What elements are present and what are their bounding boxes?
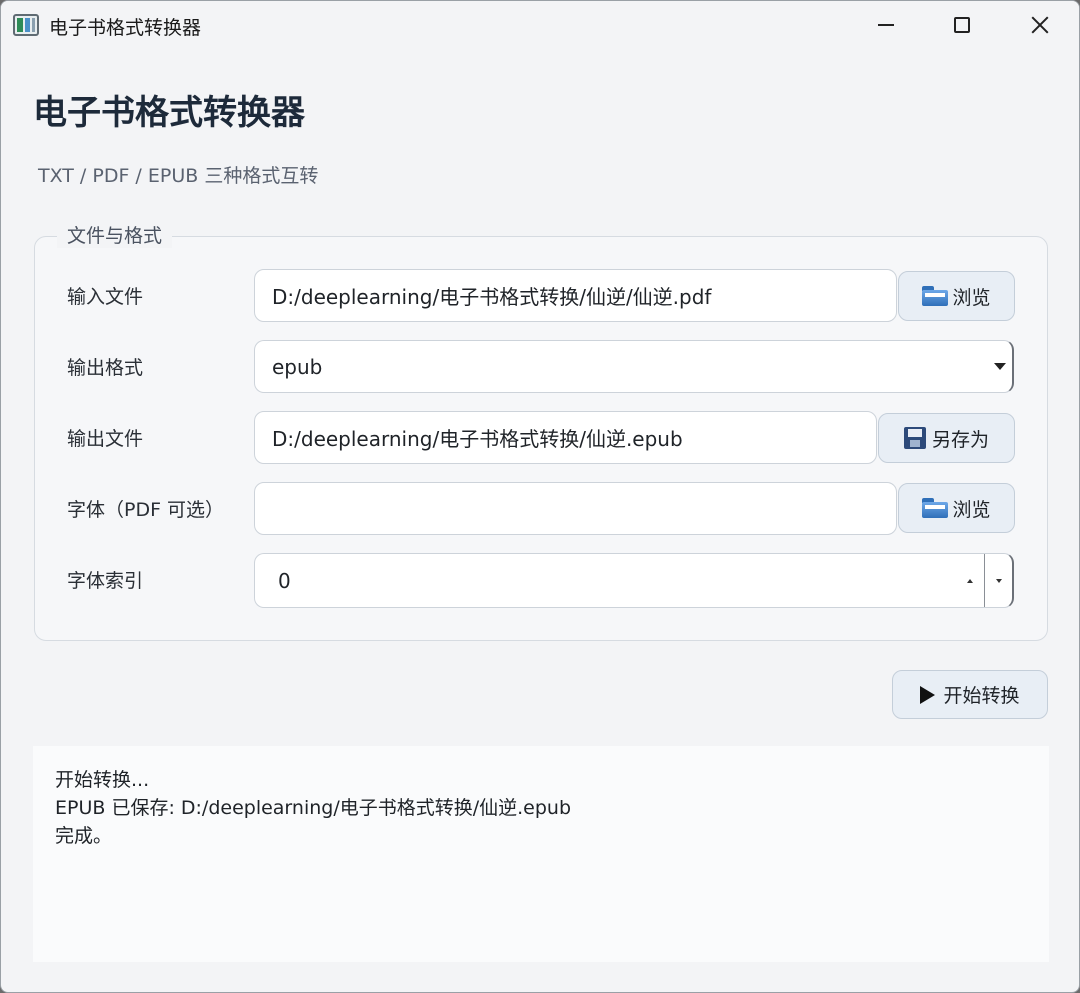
log-line: 完成。 — [55, 825, 113, 847]
close-button[interactable] — [1001, 1, 1079, 49]
minimize-button[interactable] — [847, 1, 925, 49]
font-index-value: 0 — [278, 568, 291, 593]
font-label: 字体（PDF 可选） — [67, 499, 225, 521]
window-title: 电子书格式转换器 — [49, 17, 202, 39]
play-icon — [920, 685, 936, 704]
font-field[interactable] — [254, 482, 897, 535]
input-file-label: 输入文件 — [67, 286, 144, 308]
save-as-button[interactable]: 另存为 — [878, 413, 1015, 463]
output-format-label: 输出格式 — [67, 357, 144, 379]
font-index-label: 字体索引 — [67, 570, 144, 592]
minimize-icon — [878, 24, 894, 26]
title-bar[interactable]: 电子书格式转换器 — [1, 1, 1079, 49]
folder-icon — [922, 286, 949, 306]
browse-font-button[interactable]: 浏览 — [898, 483, 1015, 533]
input-file-value: D:/deeplearning/电子书格式转换/仙逆/仙逆.pdf — [272, 285, 712, 309]
browse-input-button[interactable]: 浏览 — [898, 271, 1015, 321]
chevron-down-icon[interactable] — [986, 341, 1012, 392]
log-line: EPUB 已保存: D:/deeplearning/电子书格式转换/仙逆.epu… — [55, 797, 572, 819]
output-format-select[interactable]: epub — [254, 340, 1014, 393]
group-title: 文件与格式 — [57, 221, 173, 248]
font-index-spinbox[interactable]: 0 — [254, 553, 1014, 608]
spin-buttons — [956, 554, 1012, 607]
folder-icon — [922, 498, 949, 518]
spin-down-icon[interactable] — [984, 554, 1012, 607]
start-convert-label: 开始转换 — [943, 685, 1020, 707]
start-convert-button[interactable]: 开始转换 — [892, 670, 1048, 719]
floppy-disk-icon — [903, 427, 926, 449]
maximize-button[interactable] — [923, 1, 1001, 49]
app-window: 电子书格式转换器 电子书格式转换器 TXT / PDF / EPUB 三种格式互… — [0, 0, 1080, 993]
app-icon — [13, 14, 39, 36]
page-title: 电子书格式转换器 — [33, 93, 305, 133]
log-output[interactable]: 开始转换... EPUB 已保存: D:/deeplearning/电子书格式转… — [33, 746, 1049, 962]
browse-input-label: 浏览 — [952, 286, 991, 309]
maximize-icon — [954, 17, 970, 33]
output-format-value: epub — [272, 354, 323, 379]
save-as-label: 另存为 — [931, 428, 989, 451]
spin-up-icon[interactable] — [956, 554, 984, 607]
browse-font-label: 浏览 — [952, 498, 991, 521]
page-subtitle: TXT / PDF / EPUB 三种格式互转 — [38, 165, 319, 187]
close-icon — [1031, 16, 1049, 34]
output-file-label: 输出文件 — [67, 428, 144, 450]
output-file-value: D:/deeplearning/电子书格式转换/仙逆.epub — [272, 427, 683, 451]
output-file-field[interactable]: D:/deeplearning/电子书格式转换/仙逆.epub — [254, 411, 877, 464]
input-file-field[interactable]: D:/deeplearning/电子书格式转换/仙逆/仙逆.pdf — [254, 269, 897, 322]
log-line: 开始转换... — [55, 769, 150, 791]
